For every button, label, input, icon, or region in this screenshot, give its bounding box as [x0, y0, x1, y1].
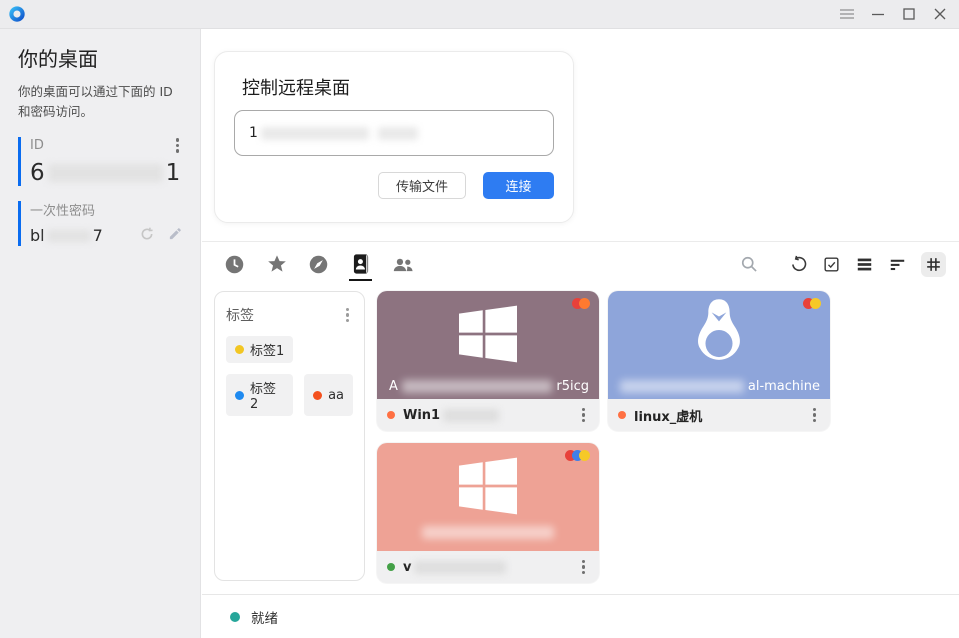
tag-color-dot: [235, 345, 244, 354]
rustdesk-window: 你的桌面 你的桌面可以通过下面的 ID 和密码访问。 ID 6 1 一次性密码 …: [0, 0, 959, 638]
peer-toolbar: [202, 241, 959, 286]
id-label: ID: [30, 138, 44, 153]
peer-name: Win1: [403, 408, 500, 423]
peer-hostname: [422, 526, 554, 539]
redacted-id: [47, 163, 163, 182]
main-area: 控制远程桌面 1 传输文件 连接 标签 标签1 标签2 aa A r5icg W…: [202, 29, 959, 638]
peer-tabs: [222, 248, 415, 281]
redacted-hostname: [620, 380, 744, 393]
toolbar-actions: [739, 251, 946, 277]
tag-color-dot: [313, 390, 323, 400]
redacted-name: [443, 408, 500, 422]
password-section: 一次性密码 bl 7: [18, 200, 183, 246]
refresh-password-icon[interactable]: [139, 226, 155, 246]
tag-pill[interactable]: aa: [304, 374, 353, 416]
connect-card: 控制远程桌面 1 传输文件 连接: [214, 51, 574, 223]
menu-icon[interactable]: [836, 3, 858, 25]
app-logo-icon: [8, 5, 26, 23]
service-status-dot: [230, 611, 240, 622]
sidebar-title: 你的桌面: [18, 47, 98, 71]
sidebar-description: 你的桌面可以通过下面的 ID 和密码访问。: [18, 84, 173, 119]
tag-color-dot: [235, 390, 244, 400]
peer-status-dot: [387, 411, 395, 419]
tags-title: 标签: [226, 308, 254, 324]
remote-id-input[interactable]: 1: [234, 110, 554, 156]
redacted-name: [414, 560, 507, 574]
one-time-password-value: bl 7: [30, 226, 183, 246]
peer-card[interactable]: al-machine linux_虚机: [608, 291, 830, 431]
redacted-input-id: [260, 126, 369, 140]
maximize-button[interactable]: [898, 3, 920, 25]
device-id-value: 6 1: [30, 159, 181, 186]
status-bar: 就绪: [202, 594, 959, 638]
select-peers-icon[interactable]: [822, 255, 841, 274]
redacted-password: [46, 229, 91, 242]
redacted-hostname: [401, 380, 553, 393]
sort-by-icon[interactable]: [888, 255, 907, 274]
tags-panel: 标签 标签1 标签2 aa: [214, 291, 365, 581]
windows-logo-icon: [459, 305, 517, 367]
peer-tag-dots: [803, 298, 821, 309]
search-icon[interactable]: [739, 254, 759, 274]
peer-name: v: [403, 560, 507, 575]
peer-status-dot: [387, 563, 395, 571]
connect-card-title: 控制远程桌面: [242, 78, 350, 99]
peer-card[interactable]: A r5icg Win1: [377, 291, 599, 431]
minimize-button[interactable]: [867, 3, 889, 25]
id-menu-button[interactable]: [172, 134, 183, 156]
peer-tag-dots: [565, 450, 590, 461]
peer-card[interactable]: v: [377, 443, 599, 583]
peer-hostname: al-machine: [620, 379, 820, 394]
titlebar: [0, 0, 959, 29]
id-section: ID 6 1: [18, 134, 183, 186]
tag-pill[interactable]: 标签1: [226, 336, 294, 363]
tab-groups[interactable]: [390, 248, 415, 280]
peer-menu-button[interactable]: [809, 404, 820, 426]
tab-recent-sessions[interactable]: [222, 248, 247, 280]
grid-view-icon[interactable]: [921, 251, 946, 277]
sidebar: 你的桌面 你的桌面可以通过下面的 ID 和密码访问。 ID 6 1 一次性密码 …: [0, 29, 201, 638]
windows-logo-icon: [459, 457, 517, 519]
redacted-hostname: [422, 526, 554, 539]
transfer-file-button[interactable]: 传输文件: [377, 172, 466, 199]
peer-hostname: A r5icg: [389, 379, 589, 394]
service-status-text: 就绪: [251, 610, 278, 627]
peer-menu-button[interactable]: [578, 404, 589, 426]
tab-favorites[interactable]: [264, 248, 289, 280]
peer-menu-button[interactable]: [578, 556, 589, 578]
close-button[interactable]: [929, 3, 951, 25]
window-controls: [836, 3, 951, 25]
tag-pill[interactable]: 标签2: [226, 374, 294, 416]
redacted-input-id-2: [377, 126, 418, 140]
password-label: 一次性密码: [30, 204, 96, 219]
connect-button[interactable]: 连接: [483, 172, 554, 199]
tab-discovered[interactable]: [306, 248, 331, 280]
list-view-icon[interactable]: [855, 255, 874, 274]
tab-address-book[interactable]: [348, 248, 373, 281]
peer-name: linux_虚机: [634, 409, 703, 425]
linux-tux-icon: [686, 296, 752, 382]
tags-menu-button[interactable]: [342, 304, 353, 326]
refresh-icon[interactable]: [789, 255, 808, 274]
peer-status-dot: [618, 411, 626, 419]
peer-tag-dots: [572, 298, 590, 309]
edit-password-icon[interactable]: [168, 226, 183, 245]
